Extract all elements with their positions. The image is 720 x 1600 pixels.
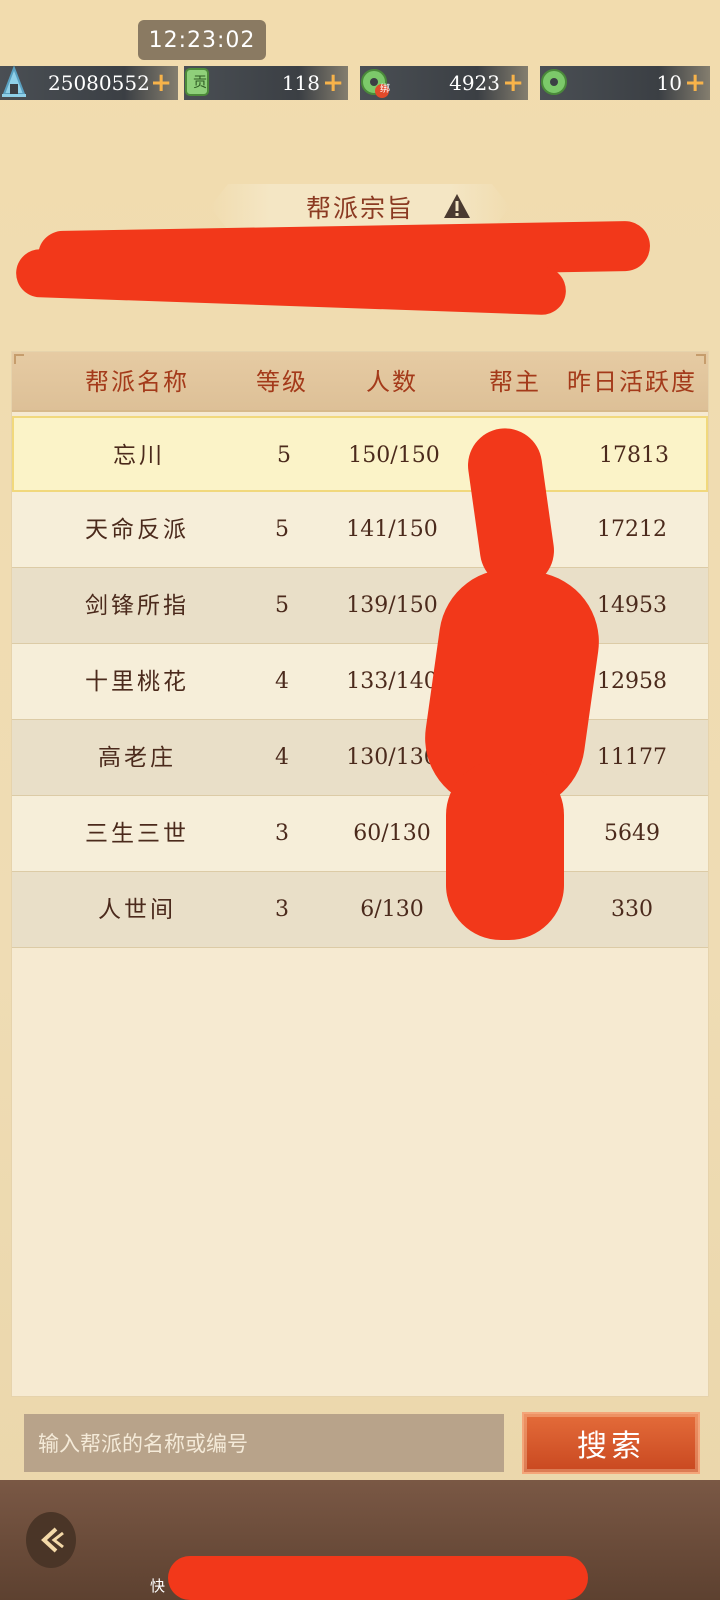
guild-name: 剑锋所指: [85, 593, 189, 619]
guild-purpose-title: 帮派宗旨: [305, 194, 414, 223]
clock: 12:23:02: [138, 20, 266, 60]
guild-activity: 17212: [597, 517, 667, 542]
header-members: 人数: [366, 368, 418, 396]
resource-bound-jade[interactable]: 绑 4923 +: [360, 66, 528, 100]
add-icon[interactable]: +: [502, 66, 524, 100]
resource-value: 118: [281, 71, 320, 95]
guild-name: 十里桃花: [85, 669, 189, 695]
guild-members: 150/150: [348, 443, 440, 468]
resource-value: 4923: [449, 71, 500, 95]
guild-level: 3: [275, 821, 289, 846]
table-row[interactable]: 高老庄 4 130/130 11177: [12, 720, 708, 796]
jade-badge: 绑: [380, 84, 390, 95]
guild-search-input[interactable]: 输入帮派的名称或编号: [24, 1414, 504, 1472]
guild-level: 5: [275, 517, 289, 542]
header-level: 等级: [256, 368, 308, 396]
table-row[interactable]: 忘川 5 150/150 17813: [12, 416, 708, 492]
guild-level: 3: [275, 897, 289, 922]
guild-list-table: 帮派名称 等级 人数 帮主 昨日活跃度 忘川 5 150/150 17813 天…: [11, 351, 709, 1397]
guild-level: 4: [275, 745, 289, 770]
footer-text: 快: [150, 1577, 166, 1595]
guild-members: 60/130: [353, 821, 431, 846]
table-header: 帮派名称 等级 人数 帮主 昨日活跃度: [12, 352, 708, 412]
guild-level: 5: [275, 593, 289, 618]
resource-value: 25080552: [48, 71, 150, 95]
redaction-mark: [168, 1556, 588, 1600]
header-name: 帮派名称: [85, 368, 189, 396]
table-row[interactable]: 十里桃花 4 133/140 12958: [12, 644, 708, 720]
guild-name: 人世间: [98, 897, 176, 923]
back-button[interactable]: [26, 1512, 76, 1568]
resource-value: 10: [656, 71, 682, 95]
resource-silver[interactable]: 25080552 +: [0, 65, 178, 100]
header-activity: 昨日活跃度: [567, 368, 697, 396]
add-icon[interactable]: +: [150, 66, 172, 100]
guild-name: 天命反派: [85, 517, 189, 543]
token-badge: 贡: [193, 75, 207, 91]
guild-activity: 330: [611, 897, 653, 922]
silver-tower-icon: [2, 65, 26, 97]
table-row[interactable]: 三生三世 3 60/130 5649: [12, 796, 708, 872]
table-row[interactable]: 人世间 3 6/130 330: [12, 872, 708, 948]
guild-level: 5: [277, 443, 291, 468]
header-leader: 帮主: [489, 368, 541, 396]
table-row[interactable]: 剑锋所指 5 139/150 14953: [12, 568, 708, 644]
resource-jade[interactable]: 10 +: [540, 66, 710, 100]
guild-activity: 5649: [604, 821, 660, 846]
resource-contribution[interactable]: 贡 118 +: [184, 66, 348, 100]
guild-name: 三生三世: [85, 821, 189, 847]
search-button[interactable]: 搜索: [522, 1412, 700, 1474]
add-icon[interactable]: +: [322, 66, 344, 100]
back-arrow-icon: [41, 1527, 64, 1553]
warning-icon[interactable]: [442, 192, 472, 220]
guild-members: 141/150: [346, 517, 438, 542]
table-row[interactable]: 天命反派 5 141/150 17212: [12, 492, 708, 568]
guild-activity: 17813: [599, 443, 669, 468]
guild-level: 4: [275, 669, 289, 694]
jade-icon: [541, 69, 567, 95]
header-corner: [14, 354, 24, 364]
add-icon[interactable]: +: [684, 66, 706, 100]
redaction-mark: [446, 760, 564, 940]
guild-members: 6/130: [360, 897, 424, 922]
resource-bar: 25080552 + 贡 118 + 绑 4923 + 10 +: [0, 65, 720, 100]
guild-name: 高老庄: [98, 745, 176, 771]
guild-name: 忘川: [113, 443, 165, 469]
